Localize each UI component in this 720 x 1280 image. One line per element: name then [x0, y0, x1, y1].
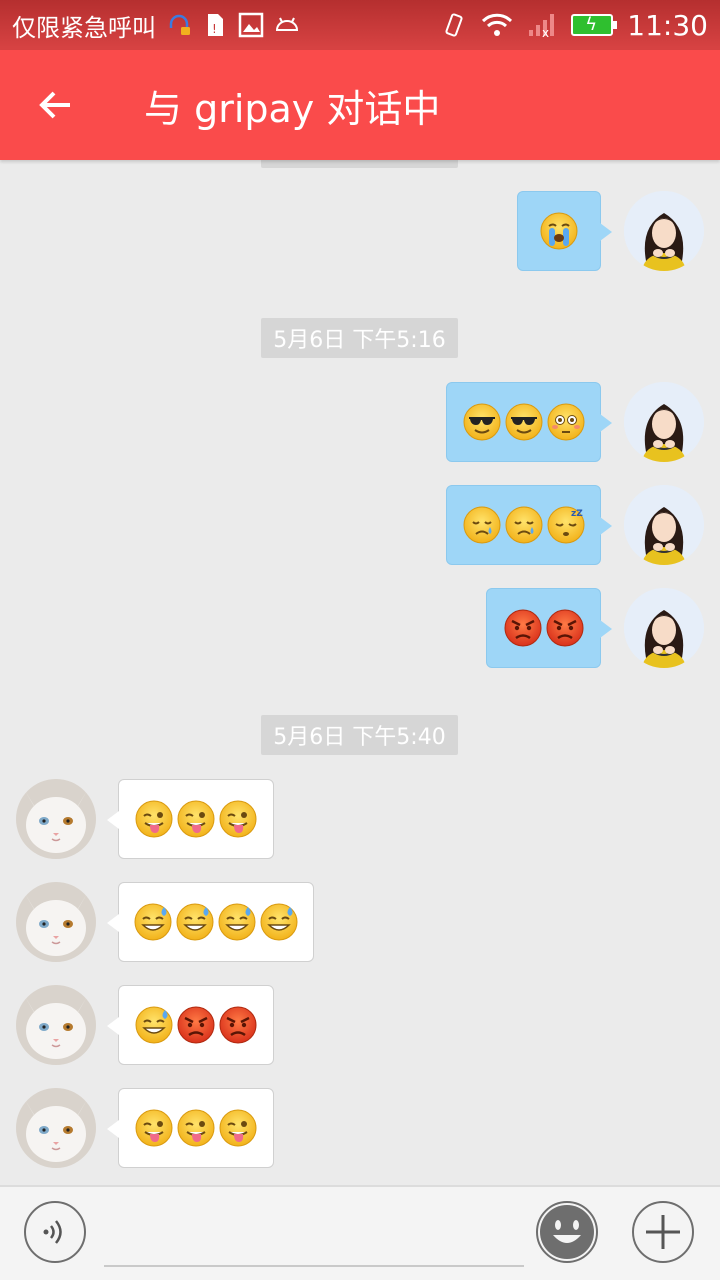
toolbar: 与 gripay 对话中 [0, 50, 720, 160]
sunglasses-emoji [505, 403, 543, 441]
timestamp-hidden [261, 160, 458, 168]
avatar-contact[interactable] [16, 779, 96, 859]
message-bubble-outgoing[interactable] [446, 485, 612, 565]
android-icon [275, 17, 299, 31]
tongue-wink-emoji [177, 1109, 215, 1147]
timestamp: 5月6日 下午5:40 [261, 715, 458, 755]
sweat-smile-emoji [134, 903, 172, 941]
tongue-wink-emoji [177, 800, 215, 838]
avatar-self[interactable] [624, 191, 704, 271]
plus-icon [646, 1215, 680, 1249]
headset-icon [169, 14, 190, 35]
avatar-contact[interactable] [16, 882, 96, 962]
status-time: 11:30 [627, 8, 708, 42]
message-bubble-incoming[interactable] [107, 985, 274, 1065]
angry-emoji [177, 1006, 215, 1044]
vibrate-icon [445, 13, 463, 37]
loudly-crying-emoji [540, 212, 578, 250]
emoji-icon [540, 1205, 594, 1259]
arrow-left-icon [39, 91, 70, 119]
status-bar: 仅限紧急呼叫 ! x ϟ 11:30 [0, 0, 720, 50]
avatar-contact[interactable] [16, 1088, 96, 1168]
signal-no-icon: x [529, 14, 555, 38]
message-input[interactable] [104, 1205, 524, 1267]
avatar-self[interactable] [624, 382, 704, 462]
wifi-icon [482, 13, 513, 36]
voice-icon [43, 1220, 62, 1244]
sweat-smile-emoji [260, 903, 298, 941]
sim-alert-icon: ! [208, 14, 223, 36]
avatar-self[interactable] [624, 588, 704, 668]
angry-emoji [219, 1006, 257, 1044]
svg-text:x: x [542, 26, 549, 38]
message-bubble-incoming[interactable] [107, 779, 274, 859]
back-button[interactable] [26, 75, 86, 135]
timestamp: 5月6日 下午5:16 [261, 318, 458, 358]
tongue-wink-emoji [219, 800, 257, 838]
tongue-wink-emoji [135, 1109, 173, 1147]
tongue-wink-emoji [219, 1109, 257, 1147]
message-bubble-outgoing[interactable] [486, 588, 612, 668]
add-button[interactable] [632, 1201, 694, 1263]
flushed-emoji [547, 403, 585, 441]
message-bubble-incoming[interactable] [107, 1088, 274, 1168]
message-bubble-outgoing[interactable] [517, 191, 612, 271]
voice-button[interactable] [24, 1201, 86, 1263]
avatar-contact[interactable] [16, 985, 96, 1065]
svg-text:!: ! [212, 22, 217, 36]
battery-charging-icon: ϟ [571, 14, 618, 36]
image-icon [238, 12, 264, 38]
angry-emoji [545, 609, 584, 647]
sweat-smile-emoji [218, 903, 256, 941]
angry-emoji [503, 609, 542, 647]
avatar-self[interactable] [624, 485, 704, 565]
conversation-title: 与 gripay 对话中 [144, 86, 441, 131]
message-bubble-incoming[interactable] [107, 882, 314, 962]
message-bubble-outgoing[interactable] [446, 382, 612, 462]
sweat-smile-emoji [176, 903, 214, 941]
emoji-button[interactable] [536, 1201, 598, 1263]
sweat-smile-emoji [135, 1006, 173, 1044]
sleeping-emoji [547, 506, 585, 544]
sunglasses-emoji [463, 403, 501, 441]
crying-emoji [505, 506, 543, 544]
input-bar [0, 1185, 720, 1280]
tongue-wink-emoji [135, 800, 173, 838]
chat-area[interactable]: 5月6日 下午5:16 5月6日 下午5:40 [0, 160, 720, 1185]
carrier-text: 仅限紧急呼叫 [12, 13, 156, 42]
crying-emoji [463, 506, 501, 544]
